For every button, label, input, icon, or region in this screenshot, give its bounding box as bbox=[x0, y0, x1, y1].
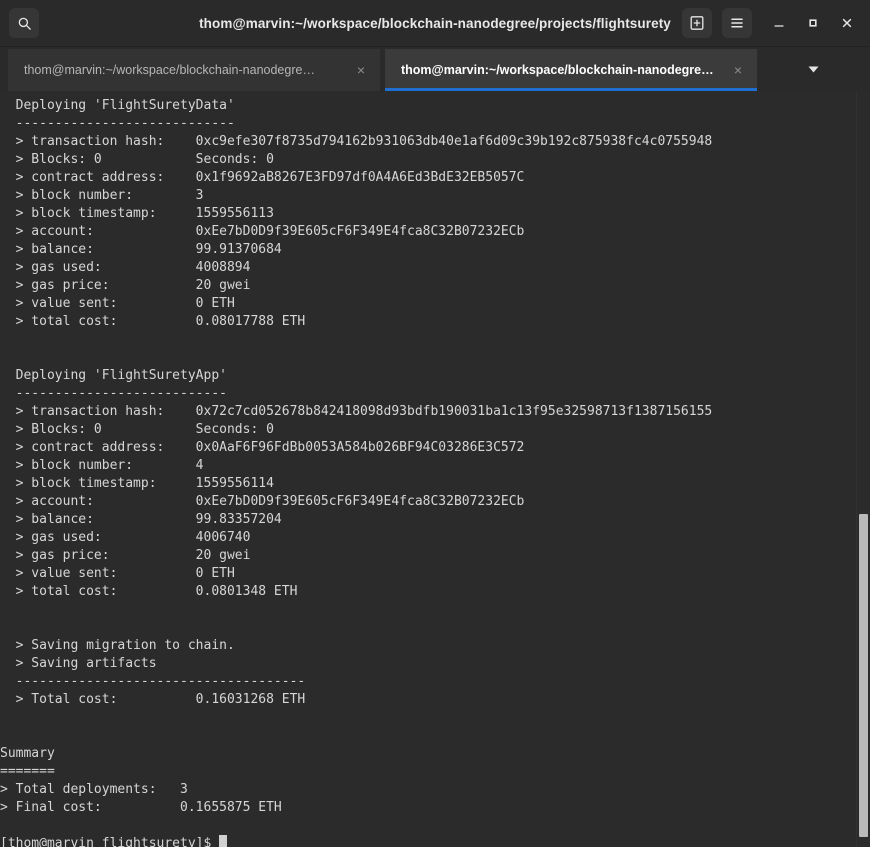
tab-0-close-icon[interactable]: × bbox=[350, 59, 372, 81]
close-button[interactable] bbox=[830, 7, 864, 39]
tab-0-label: thom@marvin:~/workspace/blockchain-nanod… bbox=[24, 63, 315, 77]
minimize-button[interactable] bbox=[762, 7, 796, 39]
tab-1[interactable]: thom@marvin:~/workspace/blockchain-nanod… bbox=[385, 49, 757, 91]
minimize-icon bbox=[774, 25, 784, 27]
menu-button[interactable] bbox=[722, 8, 752, 38]
new-terminal-button[interactable] bbox=[682, 8, 712, 38]
search-button[interactable] bbox=[9, 8, 39, 38]
tab-1-close-icon[interactable]: × bbox=[727, 59, 749, 81]
window-controls bbox=[682, 7, 870, 39]
tab-bar: thom@marvin:~/workspace/blockchain-nanod… bbox=[0, 47, 870, 91]
terminal-scrollbar[interactable] bbox=[856, 91, 870, 847]
search-icon bbox=[18, 17, 31, 30]
tab-0[interactable]: thom@marvin:~/workspace/blockchain-nanod… bbox=[8, 49, 380, 91]
terminal-output: Deploying 'FlightSuretyData' -----------… bbox=[0, 91, 870, 847]
terminal-cursor bbox=[219, 835, 228, 847]
terminal-output-text: Deploying 'FlightSuretyData' -----------… bbox=[0, 98, 713, 815]
close-icon bbox=[842, 18, 852, 28]
tab-list-dropdown-button[interactable] bbox=[757, 47, 870, 91]
tab-1-label: thom@marvin:~/workspace/blockchain-nanod… bbox=[401, 63, 714, 77]
maximize-button[interactable] bbox=[796, 7, 830, 39]
hamburger-menu-icon bbox=[731, 18, 743, 28]
terminal-scrollbar-thumb[interactable] bbox=[859, 514, 868, 837]
terminal-view[interactable]: Deploying 'FlightSuretyData' -----------… bbox=[0, 91, 870, 847]
maximize-icon bbox=[809, 19, 817, 27]
title-bar: thom@marvin:~/workspace/blockchain-nanod… bbox=[0, 0, 870, 47]
new-terminal-icon bbox=[690, 16, 704, 30]
chevron-down-icon bbox=[808, 66, 819, 72]
terminal-prompt: [thom@marvin flightsurety]$ bbox=[0, 836, 220, 847]
